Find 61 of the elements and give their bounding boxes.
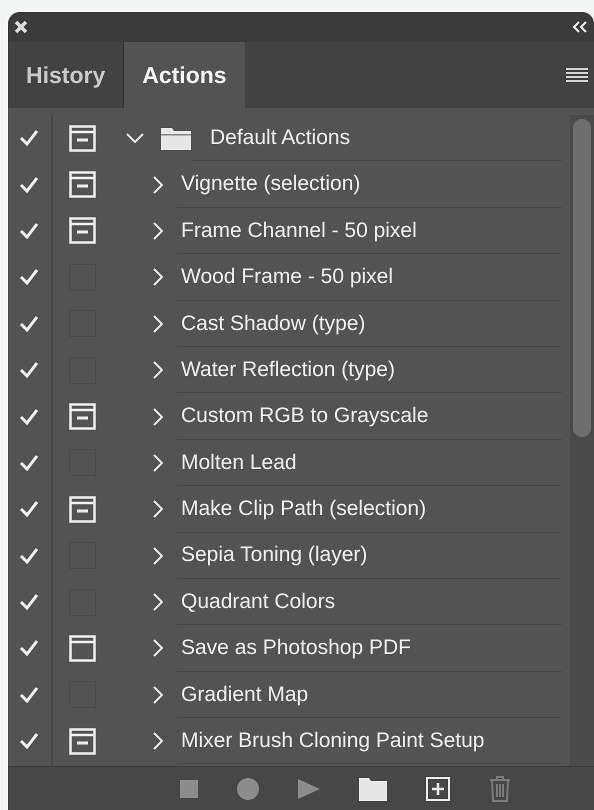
chevron-right-icon[interactable] [153,732,163,750]
action-name[interactable]: Water Reflection (type) [181,354,395,386]
check-icon[interactable] [19,222,39,240]
action-name[interactable]: Make Clip Path (selection) [181,493,426,525]
chevron-right-icon[interactable] [153,639,163,658]
action-name[interactable]: Custom RGB to Grayscale [181,400,428,432]
chevron-right-icon[interactable] [153,222,163,240]
dialog-icon[interactable] [69,124,96,152]
action-set-name[interactable]: Default Actions [210,122,350,154]
action-name[interactable]: Molten Lead [181,446,297,478]
action-name[interactable]: Wood Frame - 50 pixel [181,261,394,293]
check-icon[interactable] [19,454,39,472]
stop-icon[interactable] [180,780,198,798]
action-name[interactable]: Save as Photoshop PDF [181,632,411,664]
check-icon[interactable] [19,361,39,380]
chevron-right-icon[interactable] [153,500,163,518]
check-icon[interactable] [19,593,39,612]
action-name[interactable]: Frame Channel - 50 pixel [181,214,417,246]
check-icon[interactable] [19,314,39,333]
chevron-right-icon[interactable] [153,454,163,472]
dialog-icon[interactable] [69,634,96,662]
check-icon[interactable] [19,129,39,148]
check-icon[interactable] [19,268,39,286]
collapse-icon[interactable] [572,21,588,33]
check-icon[interactable] [19,686,39,704]
check-icon[interactable] [19,732,39,750]
check-icon[interactable] [19,639,39,658]
dialog-icon[interactable] [69,728,96,755]
folder-icon[interactable] [359,776,387,800]
dialog-icon[interactable] [69,403,96,430]
action-name[interactable]: Mixer Brush Cloning Paint Setup [181,725,484,757]
action-name[interactable]: Quadrant Colors [181,586,336,618]
close-icon[interactable] [14,20,28,34]
chevron-right-icon[interactable] [153,268,163,286]
chevron-right-icon[interactable] [153,361,163,380]
dialog-icon[interactable] [69,171,96,198]
check-icon[interactable] [19,546,39,565]
chevron-right-icon[interactable] [153,686,163,704]
panel-tab[interactable]: Actions [124,42,245,108]
dialog-icon[interactable] [69,496,96,523]
scrollbar-thumb[interactable] [573,119,591,437]
action-name[interactable]: Sepia Toning (layer) [181,539,368,571]
action-name[interactable]: Vignette (selection) [181,168,360,200]
new-action-icon[interactable] [426,776,450,800]
folder-icon [160,125,192,152]
chevron-right-icon[interactable] [153,176,163,194]
chevron-right-icon[interactable] [153,314,163,333]
chevron-right-icon[interactable] [153,408,163,426]
check-icon[interactable] [19,176,39,194]
play-icon[interactable] [298,778,320,798]
check-icon[interactable] [19,500,39,518]
scrollbar[interactable] [570,115,594,766]
action-name[interactable]: Gradient Map [181,678,308,710]
chevron-right-icon[interactable] [153,546,163,565]
chevron-down-icon[interactable] [126,133,144,144]
menu-icon[interactable] [566,67,588,83]
chevron-right-icon[interactable] [153,593,163,612]
record-icon[interactable] [237,778,259,800]
check-icon[interactable] [19,408,39,426]
dialog-icon[interactable] [69,217,96,244]
action-name[interactable]: Cast Shadow (type) [181,308,366,339]
